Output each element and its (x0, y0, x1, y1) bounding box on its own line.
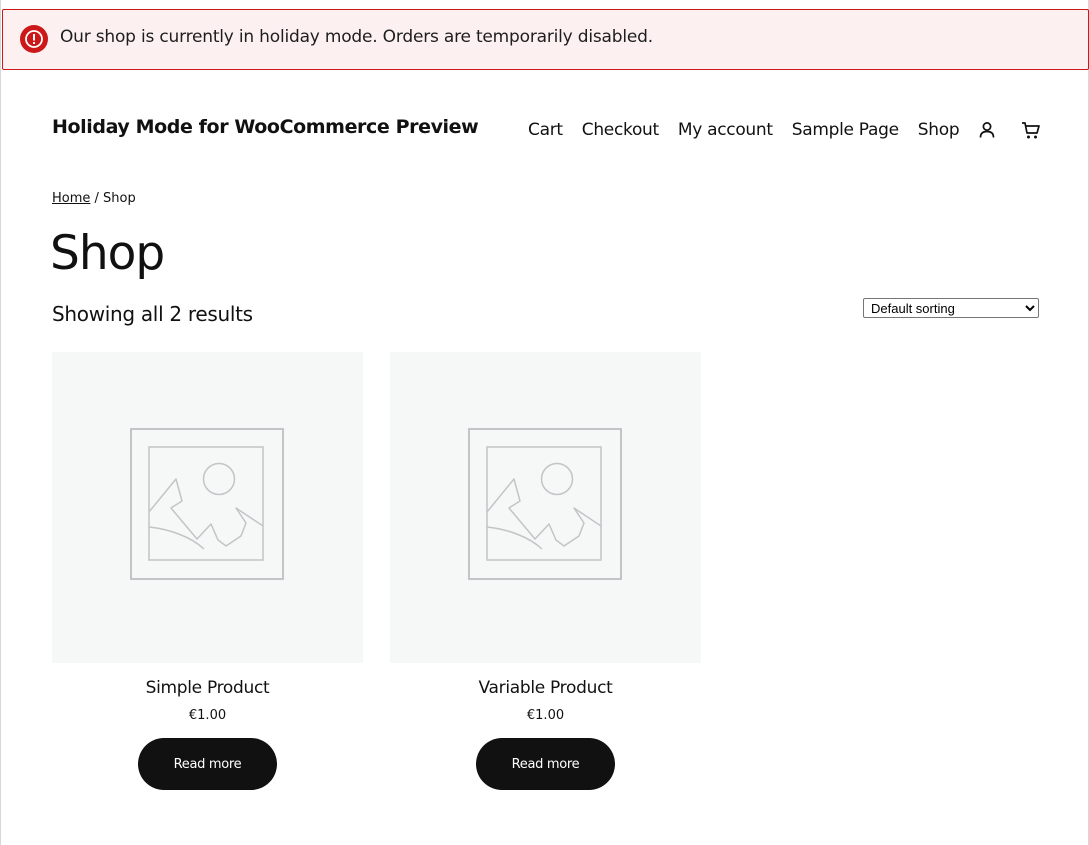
holiday-mode-notice: Our shop is currently in holiday mode. O… (2, 9, 1089, 70)
page: Our shop is currently in holiday mode. O… (0, 0, 1089, 845)
product-card: Simple Product €1.00 Read more (52, 352, 363, 790)
read-more-button[interactable]: Read more (138, 738, 277, 790)
nav-item-cart[interactable]: Cart (528, 120, 563, 140)
main-navigation: Cart Checkout My account Sample Page Sho… (528, 117, 1043, 143)
page-title: Shop (50, 226, 165, 281)
placeholder-image-icon (467, 427, 624, 588)
placeholder-image-icon (129, 427, 286, 588)
breadcrumb-home-link[interactable]: Home (52, 191, 90, 206)
site-title[interactable]: Holiday Mode for WooCommerce Preview (52, 116, 479, 138)
product-name[interactable]: Simple Product (52, 678, 363, 698)
product-price: €1.00 (526, 708, 565, 723)
read-more-button[interactable]: Read more (476, 738, 615, 790)
product-price: €1.00 (188, 708, 227, 723)
notice-text: Our shop is currently in holiday mode. O… (60, 27, 653, 47)
error-icon (20, 25, 48, 53)
user-icon[interactable] (975, 118, 999, 142)
breadcrumb-current: Shop (103, 191, 136, 206)
cart-icon[interactable] (1019, 118, 1043, 142)
breadcrumb-separator: / (90, 191, 104, 206)
product-card: Variable Product €1.00 Read more (390, 352, 701, 790)
product-name[interactable]: Variable Product (390, 678, 701, 698)
nav-item-my-account[interactable]: My account (678, 120, 773, 140)
nav-item-shop[interactable]: Shop (918, 120, 960, 140)
product-image[interactable] (52, 352, 363, 663)
result-count: Showing all 2 results (52, 302, 253, 326)
nav-item-checkout[interactable]: Checkout (582, 120, 659, 140)
sorting-select[interactable]: Default sorting (863, 298, 1039, 318)
breadcrumb: Home / Shop (52, 191, 136, 206)
nav-item-sample-page[interactable]: Sample Page (792, 120, 899, 140)
product-image[interactable] (390, 352, 701, 663)
